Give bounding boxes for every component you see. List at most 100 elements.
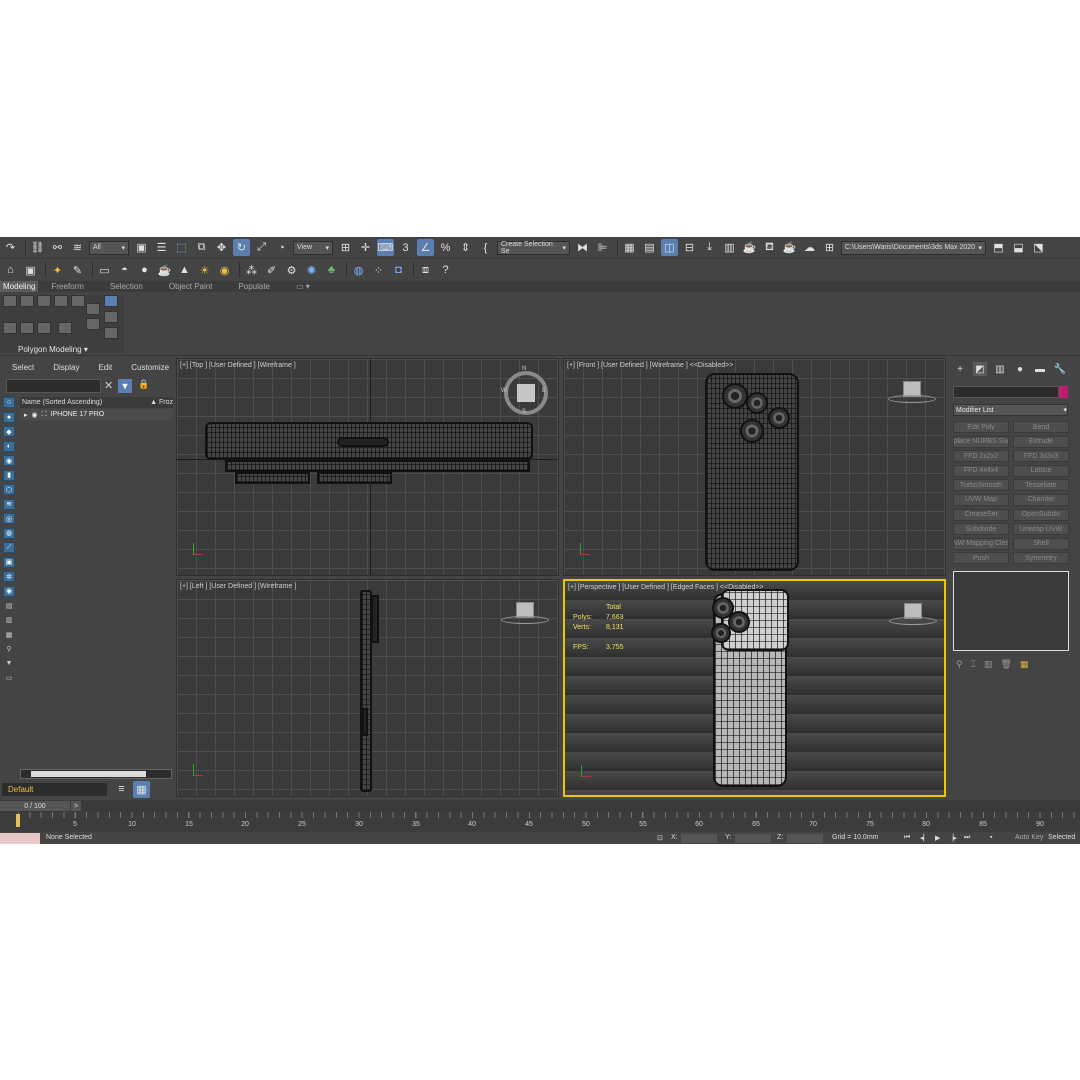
polygon-mode-button[interactable] [54, 295, 68, 307]
frozen-filter-icon[interactable]: ✲ [3, 571, 15, 582]
light-icon[interactable]: ✦ [49, 262, 66, 279]
toggle-ribbon-icon[interactable]: ▤ [641, 239, 658, 256]
previous-modifier-button[interactable] [20, 322, 34, 334]
viewport-top[interactable]: [+] [Top ] [User Defined ] [Wireframe ] … [176, 358, 559, 576]
scene-icon[interactable]: ⌂ [2, 262, 19, 279]
create-tab-icon[interactable]: + [953, 362, 967, 376]
particles-icon[interactable]: ⁂ [243, 262, 260, 279]
viewport-perspective[interactable]: [+] [Perspective ] [User Defined ] [Edge… [563, 579, 946, 797]
sort-icon[interactable]: ▤ [3, 600, 15, 611]
modifier-button[interactable]: place NURBS Sw [953, 435, 1009, 448]
project-folder-icon[interactable]: ⬓ [1010, 239, 1027, 256]
spinner-snap-icon[interactable]: ⇕ [457, 239, 474, 256]
project-path-dropdown[interactable]: C:\Users\Waris\Documents\3ds Max 2020 ▾ [841, 240, 986, 255]
tab-selection[interactable]: Selection [97, 281, 156, 292]
hierarchy-icon[interactable]: ▥ [3, 615, 15, 626]
remove-modifier-icon[interactable]: 🗑 [1001, 659, 1012, 670]
shape-filter-icon[interactable]: ◐ [3, 440, 15, 452]
frozen-column[interactable]: ▲ Froz [150, 399, 173, 406]
link-icon[interactable]: ⛓ [29, 239, 46, 256]
tab-object-paint[interactable]: Object Paint [156, 281, 226, 292]
go-to-end-icon[interactable]: ⏭ [964, 834, 970, 842]
rendered-frame-window-icon[interactable]: ☕ [741, 239, 758, 256]
layers-icon[interactable]: ▦ [3, 629, 15, 640]
render-cloud-icon[interactable]: ☁ [801, 239, 818, 256]
modifier-button[interactable]: Shell [1013, 537, 1069, 550]
cone-icon[interactable]: ▲ [176, 262, 193, 279]
show-end-result-button[interactable] [104, 295, 118, 307]
cluster-icon[interactable]: ✺ [303, 262, 320, 279]
expand-arrow-icon[interactable]: ▸ [24, 411, 28, 419]
explorer-search-input[interactable] [6, 379, 101, 393]
brush-icon[interactable]: ✎ [69, 262, 86, 279]
modifier-button[interactable]: Push [953, 552, 1009, 565]
torus-icon[interactable]: ◉ [216, 262, 233, 279]
hierarchy-tab-icon[interactable]: ▥ [993, 362, 1007, 376]
scale-icon[interactable]: ⤢ [253, 239, 270, 256]
list-item[interactable]: ▸ ◉ ⛶ IPHONE 17 PRO [20, 409, 173, 420]
auto-key-button[interactable]: Auto Key [1015, 834, 1043, 841]
rotate-icon[interactable]: ↻ [233, 239, 250, 256]
go-to-start-icon[interactable]: ⏮ [904, 834, 910, 842]
modifier-button[interactable]: Unwrap UVW [1013, 523, 1069, 536]
viewport-front[interactable]: [+] [Front ] [User Defined ] [Wireframe … [563, 358, 946, 576]
render-production-icon[interactable]: ⛾ [761, 239, 778, 256]
batch-icon[interactable]: ⧈ [417, 262, 434, 279]
schematic-view-icon[interactable]: ⊟ [681, 239, 698, 256]
object-name-field[interactable] [953, 386, 1059, 398]
modifier-button[interactable]: FFD 2x2x2 [953, 450, 1009, 463]
motion-tab-icon[interactable]: ● [1013, 362, 1027, 376]
camera-filter-icon[interactable]: ▮ [3, 469, 15, 481]
viewport-label[interactable]: [+] [Left ] [User Defined ] [Wireframe ] [180, 583, 296, 590]
container-filter-icon[interactable]: ▣ [3, 556, 15, 568]
polygon-modeling-dropdown[interactable]: Polygon Modeling ▾ [18, 345, 88, 354]
modifier-button[interactable]: Subdivide [953, 523, 1009, 536]
render-iterative-icon[interactable]: ☕ [781, 239, 798, 256]
preserve-uvs-button[interactable] [58, 322, 72, 334]
xref-filter-icon[interactable]: ◍ [3, 527, 15, 539]
container-icon[interactable]: ▣ [22, 262, 39, 279]
scrollbar-thumb[interactable] [31, 771, 146, 777]
pivot-center-icon[interactable]: ⊞ [337, 239, 354, 256]
display-none-icon[interactable]: ○ [3, 397, 15, 408]
place-icon[interactable]: ◔ [273, 239, 290, 256]
chevron-right-icon[interactable]: > [71, 801, 81, 811]
light-filter-icon[interactable]: ◉ [3, 455, 15, 466]
folder-icon[interactable]: ▭ [3, 673, 15, 684]
redo-icon[interactable]: ↷ [2, 239, 19, 256]
rectangular-selection-icon[interactable]: ⬚ [173, 239, 190, 256]
bone-filter-icon[interactable]: ⟋ [3, 542, 15, 553]
reference-coordinate-dropdown[interactable]: View ▾ [293, 240, 333, 255]
helper-filter-icon[interactable]: ⬡ [3, 484, 15, 495]
modifier-button[interactable]: Edit Poly [953, 421, 1009, 433]
viewcube[interactable] [517, 384, 535, 402]
menu-select[interactable]: Select [0, 363, 41, 372]
bind-space-warp-icon[interactable]: ≋ [69, 239, 86, 256]
funnel-icon[interactable]: ▼ [3, 658, 15, 669]
select-object-icon[interactable]: ▣ [133, 239, 150, 256]
menu-customize[interactable]: Customize [119, 363, 176, 372]
modifier-stack[interactable] [953, 571, 1069, 651]
workspace-icon[interactable]: ⬔ [1030, 239, 1047, 256]
modifier-button[interactable]: Symmetry [1013, 552, 1069, 565]
pin-stack-icon[interactable]: ⚲ [956, 659, 963, 670]
modifier-button[interactable]: TurboSmooth [953, 479, 1009, 492]
geometry-filter-icon[interactable]: ◆ [3, 426, 15, 437]
layer-stack-icon[interactable]: ≡ [113, 781, 130, 798]
z-coordinate-field[interactable] [787, 834, 823, 843]
object-color-swatch[interactable] [1059, 386, 1068, 398]
tab-freeform[interactable]: Freeform [38, 281, 96, 292]
collapse-stack-button[interactable] [86, 303, 100, 315]
render-setup-icon[interactable]: ▥ [721, 239, 738, 256]
teapot-icon[interactable]: ☕ [156, 262, 173, 279]
make-planar-button[interactable] [104, 311, 118, 323]
modify-tab-icon[interactable]: ◩ [973, 362, 987, 376]
name-column[interactable]: Name (Sorted Ascending) [22, 399, 150, 406]
play-icon[interactable]: ▶ [935, 834, 940, 842]
viewport-label[interactable]: [+] [Perspective ] [User Defined ] [Edge… [568, 584, 764, 591]
selected-filter-dropdown[interactable]: Selected [1048, 834, 1075, 841]
select-by-name-icon[interactable]: ☰ [153, 239, 170, 256]
edit-named-selection-icon[interactable]: { [477, 239, 494, 256]
tab-populate[interactable]: Populate [225, 281, 283, 292]
sphere-icon[interactable]: ● [136, 262, 153, 279]
